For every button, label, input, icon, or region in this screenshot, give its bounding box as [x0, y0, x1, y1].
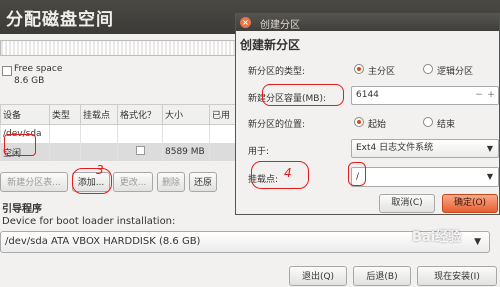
- row-size: 8589 MB: [162, 143, 210, 161]
- watermark: Bai经验: [412, 230, 462, 245]
- radio-logical-label: 逻辑分区: [437, 67, 474, 77]
- close-icon[interactable]: ×: [240, 17, 251, 28]
- row-format: [117, 143, 163, 161]
- delete-button[interactable]: 删除: [157, 172, 185, 192]
- radio-start-label: 起始: [368, 120, 387, 130]
- col-used[interactable]: 已用: [209, 104, 236, 125]
- free-space-swatch: [2, 66, 12, 76]
- partition-type-label: 新分区的类型:: [248, 67, 306, 77]
- use-as-label: 用于:: [248, 147, 270, 157]
- minus-icon[interactable]: −: [474, 87, 484, 104]
- annotation-mount-point: [251, 161, 309, 189]
- cancel-button[interactable]: 取消(C): [379, 194, 435, 213]
- chevron-down-icon: ▼: [474, 237, 481, 247]
- row-used: [209, 143, 236, 161]
- radio-start[interactable]: [354, 117, 364, 127]
- chevron-down-icon: ▼: [486, 172, 493, 181]
- quit-button[interactable]: 退出(Q): [289, 266, 347, 286]
- col-mount[interactable]: 挂载点: [80, 104, 118, 125]
- bootloader-label: Device for boot loader installation:: [2, 216, 176, 227]
- new-partition-table-button[interactable]: 新建分区表...: [0, 172, 68, 192]
- row-type: [49, 143, 81, 161]
- col-device[interactable]: 设备: [0, 104, 50, 125]
- chevron-down-icon: ▼: [486, 144, 493, 153]
- bootloader-device-value: /dev/sda ATA VBOX HARDDISK (8.6 GB): [5, 236, 201, 247]
- change-button[interactable]: 更改...: [113, 172, 153, 192]
- radio-logical[interactable]: [423, 64, 433, 74]
- col-type[interactable]: 类型: [49, 104, 81, 125]
- free-space-size: 8.6 GB: [14, 76, 45, 86]
- col-format[interactable]: 格式化？: [117, 104, 163, 125]
- install-now-button[interactable]: 现在安装(I): [417, 266, 497, 286]
- col-size[interactable]: 大小: [162, 104, 210, 125]
- back-button[interactable]: 后退(B): [353, 266, 411, 286]
- radio-end[interactable]: [423, 117, 433, 127]
- row-size: [162, 124, 210, 143]
- annotation-mount-value: [348, 162, 366, 186]
- row-mount: [80, 143, 118, 161]
- free-space-label: Free space: [14, 64, 63, 74]
- radio-primary[interactable]: [354, 64, 364, 74]
- annotation-add: [72, 168, 112, 194]
- free-space-fill: [1, 41, 239, 55]
- window-title: 分配磁盘空间: [6, 10, 114, 30]
- plus-icon[interactable]: +: [486, 87, 496, 104]
- mount-point-combo[interactable]: / ▼: [351, 167, 499, 187]
- revert-button[interactable]: 还原: [189, 172, 217, 192]
- ok-button[interactable]: 确定(O): [442, 194, 498, 213]
- annotation-free-space: [4, 134, 36, 156]
- partition-position-label: 新分区的位置:: [248, 120, 306, 130]
- row-type: [49, 124, 81, 143]
- table-header: 设备 类型 挂载点 格式化？ 大小 已用: [0, 104, 236, 125]
- filesystem-select[interactable]: Ext4 日志文件系统 ▼: [351, 139, 499, 158]
- annotation-add-number: 3: [96, 163, 104, 177]
- annotation-size: [262, 84, 344, 106]
- radio-primary-label: 主分区: [368, 67, 396, 77]
- partition-size-value: 6144: [356, 90, 379, 100]
- bootloader-title: 引导程序: [2, 204, 42, 215]
- partition-bar: [0, 40, 240, 56]
- partition-size-input[interactable]: 6144 − +: [351, 86, 499, 105]
- row-mount: [80, 124, 118, 143]
- row-format: [117, 124, 163, 143]
- dialog-heading: 创建新分区: [240, 38, 301, 52]
- dialog-title: 创建分区: [260, 20, 300, 31]
- annotation-mount-number: 4: [284, 166, 292, 180]
- dialog-title-bar: × 创建分区: [236, 14, 499, 31]
- filesystem-value: Ext4 日志文件系统: [356, 143, 434, 153]
- row-used: [209, 124, 236, 143]
- format-checkbox[interactable]: [135, 146, 145, 155]
- radio-end-label: 结束: [437, 120, 456, 130]
